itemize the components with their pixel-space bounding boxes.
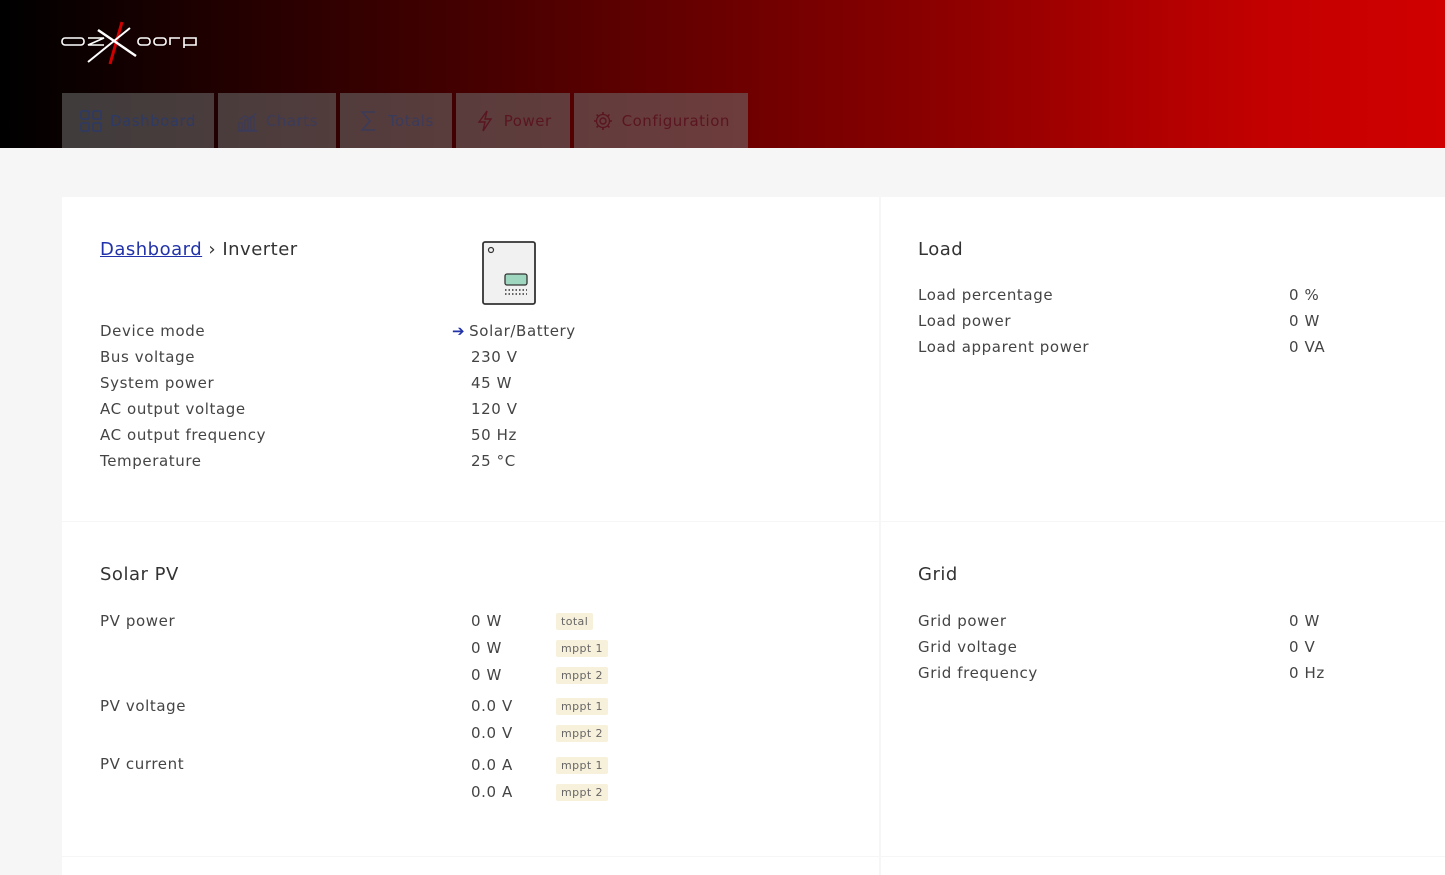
mppt1-badge: mppt 1: [556, 757, 608, 774]
system-power-value: 45 W: [471, 374, 513, 392]
load-power-label: Load power: [918, 312, 1012, 330]
mppt2-badge: mppt 2: [556, 667, 608, 684]
tab-dashboard[interactable]: Dashboard: [62, 93, 214, 148]
ac-output-voltage-label: AC output voltage: [100, 400, 246, 418]
tab-power[interactable]: Power: [455, 93, 570, 148]
main-nav: Dashboard Charts Totals Power Configurat…: [62, 93, 748, 148]
ac-output-voltage-value: 120 V: [471, 400, 518, 418]
load-apparent-power-label: Load apparent power: [918, 338, 1090, 356]
lightning-icon: [474, 110, 496, 132]
logo-x-mark: [61, 21, 197, 65]
grid-icon: [80, 109, 102, 132]
device-mode-value: ➔ Solar/Battery: [452, 322, 576, 340]
tab-charts-label: Charts: [265, 111, 318, 130]
breadcrumb-separator: ›: [208, 239, 217, 260]
inverter-card: Dashboard › Inverter Device mode ➔ Solar/…: [62, 197, 879, 521]
tab-totals[interactable]: Totals: [339, 93, 452, 148]
pv-power-mppt2-value: 0 W: [471, 666, 502, 684]
solar-pv-card: Solar PV PV power 0 W total 0 W mppt 1 0…: [62, 522, 879, 856]
grid-voltage-value: 0 V: [1289, 638, 1316, 656]
pv-current-mppt2-value: 0.0 A: [471, 783, 513, 801]
grid-voltage-label: Grid voltage: [918, 638, 1018, 656]
pv-power-label: PV power: [100, 612, 176, 630]
pv-voltage-mppt2-value: 0.0 V: [471, 724, 513, 742]
pv-voltage-label: PV voltage: [100, 697, 187, 715]
load-percentage-label: Load percentage: [918, 286, 1054, 304]
grid-frequency-label: Grid frequency: [918, 664, 1038, 682]
grid-title: Grid: [918, 564, 958, 585]
bus-voltage-value: 230 V: [471, 348, 518, 366]
chart-icon: [236, 110, 258, 132]
next-card-right: [881, 857, 1445, 875]
tab-power-label: Power: [503, 111, 552, 130]
pv-current-label: PV current: [100, 755, 185, 773]
mppt2-badge: mppt 2: [556, 725, 608, 742]
total-badge: total: [556, 613, 594, 630]
grid-card: Grid Grid power 0 W Grid voltage 0 V Gri…: [881, 522, 1445, 856]
page-title: Inverter: [222, 239, 298, 260]
pv-power-total-value: 0 W: [471, 612, 502, 630]
solar-pv-title: Solar PV: [100, 564, 179, 585]
mppt1-badge: mppt 1: [556, 698, 608, 715]
temperature-label: Temperature: [100, 452, 202, 470]
tab-totals-label: Totals: [387, 111, 434, 130]
system-power-label: System power: [100, 374, 215, 392]
device-mode-label: Device mode: [100, 322, 206, 340]
header: Dashboard Charts Totals Power Configurat…: [0, 0, 1445, 148]
pv-voltage-mppt1-value: 0.0 V: [471, 697, 513, 715]
mppt2-badge: mppt 2: [556, 784, 608, 801]
mppt1-badge: mppt 1: [556, 640, 608, 657]
arrow-right-icon: ➔: [452, 322, 466, 340]
ac-output-frequency-label: AC output frequency: [100, 426, 267, 444]
load-card: Load Load percentage 0 % Load power 0 W …: [881, 197, 1445, 521]
tab-configuration-label: Configuration: [621, 111, 730, 130]
temperature-value: 25 °C: [471, 452, 516, 470]
sigma-icon: [358, 110, 380, 132]
tab-dashboard-label: Dashboard: [110, 111, 196, 130]
grid-frequency-value: 0 Hz: [1289, 664, 1325, 682]
ac-output-frequency-value: 50 Hz: [471, 426, 518, 444]
load-percentage-value: 0 %: [1289, 286, 1320, 304]
device-mode-text: Solar/Battery: [469, 322, 576, 340]
gear-icon: [592, 110, 614, 132]
tab-charts[interactable]: Charts: [217, 93, 336, 148]
pv-power-mppt1-value: 0 W: [471, 639, 502, 657]
load-power-value: 0 W: [1289, 312, 1320, 330]
breadcrumb-dashboard-link[interactable]: Dashboard: [100, 239, 202, 260]
breadcrumb: Dashboard › Inverter: [100, 239, 298, 260]
tab-configuration[interactable]: Configuration: [573, 93, 748, 148]
inverter-device-icon: [482, 241, 536, 305]
grid-power-value: 0 W: [1289, 612, 1320, 630]
next-card-left: [62, 857, 879, 875]
load-title: Load: [918, 239, 964, 260]
grid-power-label: Grid power: [918, 612, 1007, 630]
bus-voltage-label: Bus voltage: [100, 348, 196, 366]
ozxcorp-logo[interactable]: [60, 20, 200, 66]
pv-current-mppt1-value: 0.0 A: [471, 756, 513, 774]
load-apparent-power-value: 0 VA: [1289, 338, 1326, 356]
